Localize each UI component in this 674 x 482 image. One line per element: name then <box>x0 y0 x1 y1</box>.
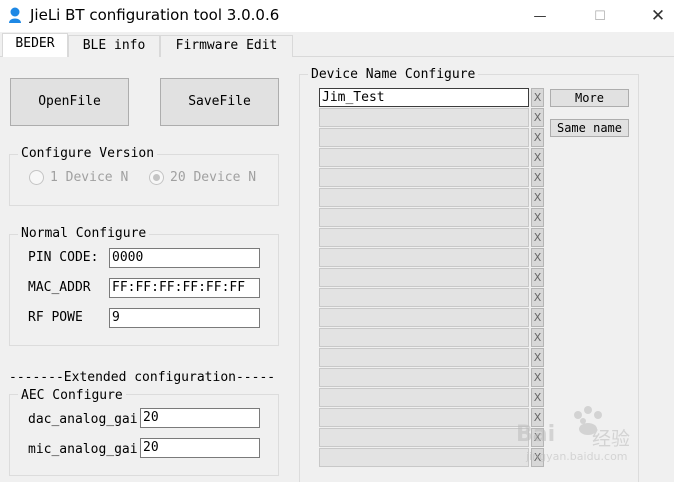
same-name-button[interactable]: Same name <box>550 119 629 137</box>
clear-name-button[interactable]: X <box>531 288 544 307</box>
normal-configure-group: Normal Configure PIN CODE: 0000 MAC_ADDR… <box>9 226 279 346</box>
configure-version-legend: Configure Version <box>18 146 158 162</box>
configure-version-group: Configure Version 1 Device N 20 Device N <box>9 146 279 206</box>
device-name-input[interactable] <box>319 108 529 127</box>
device-name-configure-legend: Device Name Configure <box>308 67 479 83</box>
clear-name-button[interactable]: X <box>531 308 544 327</box>
watermark-suffix: 经验 <box>592 428 631 450</box>
normal-configure-legend: Normal Configure <box>18 226 150 242</box>
rf-power-input[interactable]: 9 <box>109 308 260 328</box>
pin-code-input[interactable]: 0000 <box>109 248 260 268</box>
aec-configure-legend: AEC Configure <box>18 388 126 404</box>
clear-name-button[interactable]: X <box>531 368 544 387</box>
device-name-input[interactable] <box>319 448 529 467</box>
watermark-url: jingyan.baidu.com <box>526 450 628 463</box>
device-name-input[interactable] <box>319 388 529 407</box>
dac-analog-gain-input[interactable]: 20 <box>140 408 260 428</box>
device-name-input[interactable] <box>319 268 529 287</box>
clear-name-button[interactable]: X <box>531 88 544 107</box>
clear-name-button[interactable]: X <box>531 228 544 247</box>
clear-name-button[interactable]: X <box>531 108 544 127</box>
save-file-button[interactable]: SaveFile <box>160 78 279 126</box>
radio-indicator <box>29 170 44 185</box>
mic-analog-gain-label: mic_analog_gai <box>28 442 138 457</box>
extended-configuration-divider: -------Extended configuration----- <box>9 370 276 385</box>
window-title: JieLi BT configuration tool 3.0.0.6 <box>30 6 280 24</box>
radio-1-device[interactable]: 1 Device N <box>29 170 128 185</box>
radio-label: 20 Device N <box>170 170 257 185</box>
dac-analog-gain-label: dac_analog_gai <box>28 412 138 427</box>
maximize-button[interactable]: ☐ <box>572 0 628 32</box>
device-name-input[interactable] <box>319 248 529 267</box>
more-button[interactable]: More <box>550 89 629 107</box>
radio-indicator-checked <box>149 170 164 185</box>
device-name-input[interactable] <box>319 128 529 147</box>
open-file-button[interactable]: OpenFile <box>10 78 129 126</box>
title-bar: JieLi BT configuration tool 3.0.0.6 — ☐ … <box>0 0 674 32</box>
watermark-brand: Bai <box>516 422 556 447</box>
clear-name-button[interactable]: X <box>531 168 544 187</box>
device-name-input[interactable] <box>319 288 529 307</box>
tab-firmware-edit[interactable]: Firmware Edit <box>160 35 293 57</box>
mic-analog-gain-input[interactable]: 20 <box>140 438 260 458</box>
device-name-input[interactable] <box>319 228 529 247</box>
clear-name-button[interactable]: X <box>531 188 544 207</box>
clear-name-button[interactable]: X <box>531 148 544 167</box>
device-name-input[interactable] <box>319 168 529 187</box>
device-name-input[interactable] <box>319 428 529 447</box>
clear-name-button[interactable]: X <box>531 268 544 287</box>
rf-power-label: RF POWE <box>28 310 83 325</box>
clear-name-button[interactable]: X <box>531 208 544 227</box>
clear-name-button[interactable]: X <box>531 348 544 367</box>
device-name-input[interactable] <box>319 368 529 387</box>
device-name-input[interactable] <box>319 188 529 207</box>
clear-name-button[interactable]: X <box>531 328 544 347</box>
tab-bar: BEDER BLE info Firmware Edit <box>0 33 674 58</box>
pin-code-label: PIN CODE: <box>28 250 99 265</box>
baidu-watermark: Bai 经验 jingyan.baidu.com <box>516 400 666 470</box>
radio-label: 1 Device N <box>50 170 129 185</box>
minimize-button[interactable]: — <box>512 0 568 32</box>
close-button[interactable]: ✕ <box>630 0 674 32</box>
device-name-input[interactable] <box>319 408 529 427</box>
device-name-input[interactable] <box>319 348 529 367</box>
device-name-input[interactable] <box>319 208 529 227</box>
clear-name-button[interactable]: X <box>531 128 544 147</box>
device-name-input[interactable]: Jim_Test <box>319 88 529 107</box>
mac-addr-label: MAC_ADDR <box>28 280 91 295</box>
device-name-input[interactable] <box>319 328 529 347</box>
device-name-input[interactable] <box>319 148 529 167</box>
radio-20-device[interactable]: 20 Device N <box>149 170 256 185</box>
mac-addr-input[interactable]: FF:FF:FF:FF:FF:FF <box>109 278 260 298</box>
tab-ble-info[interactable]: BLE info <box>68 35 160 57</box>
device-name-input[interactable] <box>319 308 529 327</box>
clear-name-button[interactable]: X <box>531 248 544 267</box>
aec-configure-group: AEC Configure dac_analog_gai 20 mic_anal… <box>9 388 279 476</box>
app-person-icon <box>9 7 21 23</box>
tab-beder[interactable]: BEDER <box>2 33 68 58</box>
